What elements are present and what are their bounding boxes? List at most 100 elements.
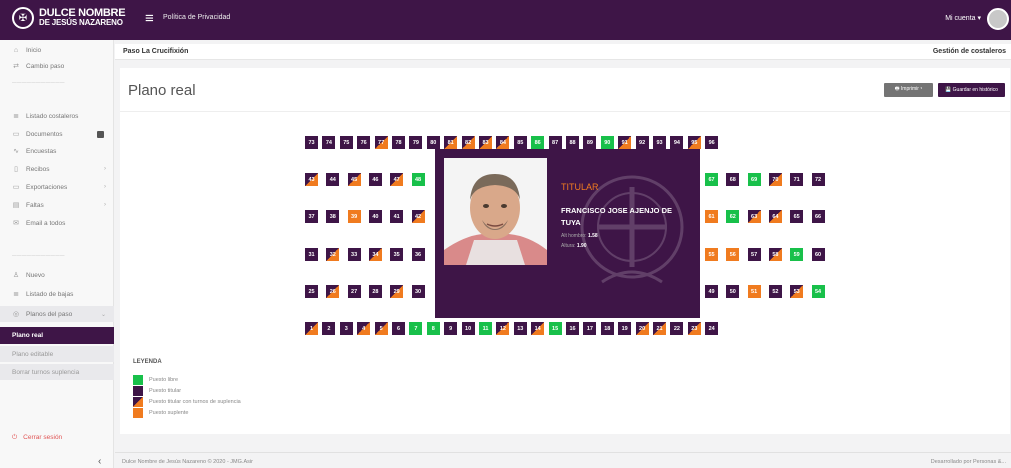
seat-27[interactable]: 27 (347, 285, 361, 298)
seat-41[interactable]: 41 (390, 210, 404, 223)
sidebar-item-exportaciones[interactable]: ▭ Exportaciones › (0, 179, 114, 195)
sidebar-item-planos[interactable]: ◎ Planos del paso ⌄ (0, 306, 114, 322)
sidebar-item-documentos[interactable]: ▭ Documentos (0, 126, 114, 142)
seat-74[interactable]: 74 (322, 136, 336, 149)
seat-50[interactable]: 50 (726, 285, 740, 298)
seat-29[interactable]: 29 (390, 285, 404, 298)
seat-73[interactable]: 73 (305, 136, 318, 149)
seat-19[interactable]: 19 (618, 322, 632, 335)
seat-3[interactable]: 3 (339, 322, 353, 335)
seat-65[interactable]: 65 (790, 210, 804, 223)
seat-84[interactable]: 84 (496, 136, 510, 149)
seat-43[interactable]: 43 (305, 173, 318, 186)
seat-25[interactable]: 25 (305, 285, 318, 298)
seat-16[interactable]: 16 (566, 322, 579, 335)
seat-8[interactable]: 8 (426, 322, 440, 335)
seat-91[interactable]: 91 (618, 136, 632, 149)
seat-78[interactable]: 78 (392, 136, 405, 149)
seat-70[interactable]: 70 (768, 173, 782, 186)
seat-66[interactable]: 66 (811, 210, 825, 223)
seat-17[interactable]: 17 (583, 322, 597, 335)
seat-96[interactable]: 96 (705, 136, 719, 149)
seat-42[interactable]: 42 (411, 210, 425, 223)
print-button[interactable]: 🖶 Imprimir ▾ (884, 83, 933, 97)
seat-83[interactable]: 83 (479, 136, 492, 149)
seat-55[interactable]: 55 (705, 248, 718, 261)
seat-79[interactable]: 79 (409, 136, 423, 149)
seat-71[interactable]: 71 (790, 173, 804, 186)
seat-64[interactable]: 64 (768, 210, 782, 223)
brand-logo[interactable]: ✠ DULCE NOMBRE DE JESÚS NAZARENO (12, 7, 126, 29)
seat-10[interactable]: 10 (461, 322, 475, 335)
seat-12[interactable]: 12 (496, 322, 510, 335)
seat-37[interactable]: 37 (305, 210, 318, 223)
seat-61[interactable]: 61 (705, 210, 718, 223)
sidebar-item-listado-costaleros[interactable]: ≣ Listado costaleros (0, 108, 114, 124)
seat-47[interactable]: 47 (390, 173, 404, 186)
seat-34[interactable]: 34 (368, 248, 382, 261)
seat-46[interactable]: 46 (368, 173, 382, 186)
seat-76[interactable]: 76 (357, 136, 371, 149)
seat-26[interactable]: 26 (326, 285, 340, 298)
seat-87[interactable]: 87 (548, 136, 562, 149)
seat-89[interactable]: 89 (583, 136, 597, 149)
seat-22[interactable]: 22 (670, 322, 684, 335)
logout-link[interactable]: ⏻ Cerrar sesión (12, 434, 62, 442)
seat-56[interactable]: 56 (726, 248, 740, 261)
seat-18[interactable]: 18 (600, 322, 614, 335)
seat-11[interactable]: 11 (479, 322, 492, 335)
collapse-sidebar-icon[interactable]: ‹ (98, 456, 101, 467)
avatar[interactable] (987, 8, 1009, 30)
seat-21[interactable]: 21 (653, 322, 666, 335)
seat-30[interactable]: 30 (411, 285, 425, 298)
seat-95[interactable]: 95 (687, 136, 701, 149)
seat-28[interactable]: 28 (368, 285, 382, 298)
seat-38[interactable]: 38 (326, 210, 340, 223)
seat-90[interactable]: 90 (600, 136, 614, 149)
seat-86[interactable]: 86 (531, 136, 545, 149)
sidebar-item-plano-real[interactable]: Plano real (0, 327, 114, 344)
seat-69[interactable]: 69 (747, 173, 761, 186)
seat-62[interactable]: 62 (726, 210, 740, 223)
sidebar-item-encuestas[interactable]: ∿ Encuestas (0, 143, 114, 159)
seat-81[interactable]: 81 (444, 136, 458, 149)
seat-33[interactable]: 33 (347, 248, 361, 261)
seat-52[interactable]: 52 (768, 285, 782, 298)
seat-7[interactable]: 7 (409, 322, 423, 335)
seat-40[interactable]: 40 (368, 210, 382, 223)
seat-20[interactable]: 20 (635, 322, 649, 335)
account-menu[interactable]: Mi cuenta ▾ (945, 14, 981, 22)
seat-72[interactable]: 72 (811, 173, 825, 186)
seat-9[interactable]: 9 (444, 322, 458, 335)
seat-48[interactable]: 48 (411, 173, 425, 186)
seat-93[interactable]: 93 (653, 136, 666, 149)
menu-toggle-icon[interactable]: ≡ (145, 11, 154, 26)
seat-67[interactable]: 67 (705, 173, 718, 186)
seat-82[interactable]: 82 (461, 136, 475, 149)
seat-35[interactable]: 35 (390, 248, 404, 261)
sidebar-item-nuevo[interactable]: ♙ Nuevo (0, 267, 114, 283)
seat-77[interactable]: 77 (374, 136, 388, 149)
seat-58[interactable]: 58 (768, 248, 782, 261)
seat-5[interactable]: 5 (374, 322, 388, 335)
seat-88[interactable]: 88 (566, 136, 579, 149)
seat-1[interactable]: 1 (305, 322, 318, 335)
seat-39[interactable]: 39 (347, 210, 361, 223)
seat-53[interactable]: 53 (790, 285, 804, 298)
seat-4[interactable]: 4 (357, 322, 371, 335)
seat-36[interactable]: 36 (411, 248, 425, 261)
seat-80[interactable]: 80 (426, 136, 440, 149)
seat-59[interactable]: 59 (790, 248, 804, 261)
seat-63[interactable]: 63 (747, 210, 761, 223)
sidebar-item-inicio[interactable]: ⌂ Inicio (0, 42, 114, 58)
sidebar-item-recibos[interactable]: ▯ Recibos › (0, 161, 114, 177)
sidebar-item-cambio-paso[interactable]: ⇄ Cambio paso (0, 58, 114, 74)
save-history-button[interactable]: 💾 Guardar en histórico (938, 83, 1005, 97)
seat-23[interactable]: 23 (687, 322, 701, 335)
sidebar-item-faltas[interactable]: ▤ Faltas › (0, 197, 114, 213)
privacy-link[interactable]: Política de Privacidad (163, 14, 230, 21)
seat-6[interactable]: 6 (392, 322, 405, 335)
sidebar-item-email[interactable]: ✉ Email a todos (0, 215, 114, 231)
seat-13[interactable]: 13 (513, 322, 527, 335)
seat-14[interactable]: 14 (531, 322, 545, 335)
